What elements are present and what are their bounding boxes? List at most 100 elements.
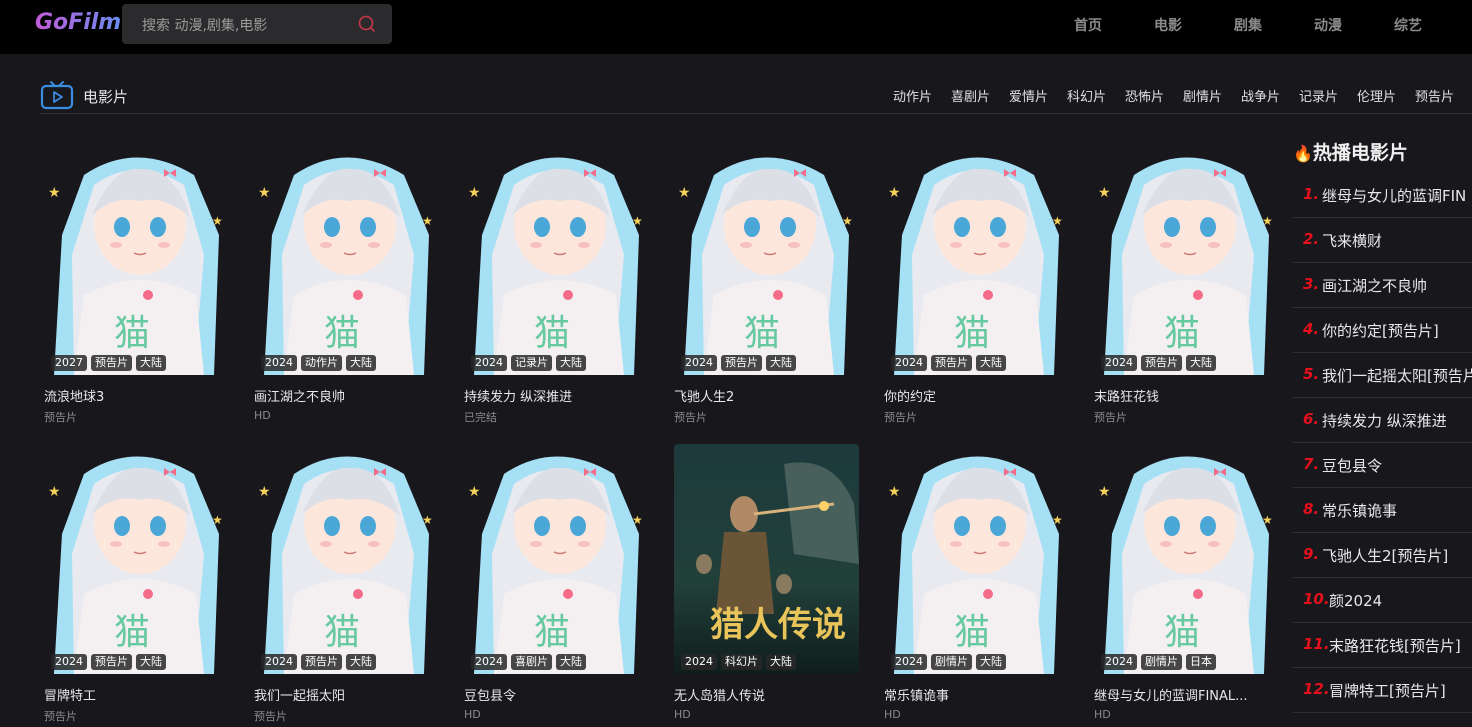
svg-text:★: ★ [1052,513,1063,527]
movie-title[interactable]: 飞驰人生2 [674,386,884,405]
movie-title[interactable]: 我们一起摇太阳 [254,685,464,704]
movie-title[interactable]: 流浪地球3 [44,386,254,405]
hot-item-title[interactable]: 你的约定[预告片] [1322,320,1439,341]
hot-item-title[interactable]: 豆包县令 [1322,455,1382,476]
movie-title[interactable]: 继母与女儿的蓝调FINAL... [1094,685,1304,704]
hot-item-title[interactable]: 飞驰人生2[预告片] [1322,545,1448,566]
rank-number: 6. [1303,410,1320,428]
movie-card[interactable]: 猫 ★ ★ 2024 预告片 大陆 冒牌特工 预告片 [44,444,229,723]
movie-card[interactable]: 猫 ★ ★ 2024 喜剧片 大陆 豆包县令 HD [464,444,649,721]
nav-link-anime[interactable]: 动漫 [1314,15,1342,35]
hot-list-item[interactable]: 1. 继母与女儿的蓝调FIN [1293,173,1472,218]
movie-poster[interactable]: 猫 ★ ★ 2024 喜剧片 大陆 [464,444,649,674]
hot-list-item[interactable]: 4. 你的约定[预告片] [1293,308,1472,353]
hot-list-item[interactable]: 9. 飞驰人生2[预告片] [1293,533,1472,578]
nav-link-series[interactable]: 剧集 [1234,15,1262,35]
category-link[interactable]: 喜剧片 [951,86,990,105]
movie-title[interactable]: 无人岛猎人传说 [674,685,884,704]
movie-poster[interactable]: 猫 ★ ★ 2024 预告片 大陆 [44,444,229,674]
hot-item-title[interactable]: 常乐镇诡事 [1322,500,1397,521]
rank-number: 2. [1303,230,1320,248]
category-link[interactable]: 恐怖片 [1125,86,1164,105]
category-link[interactable]: 伦理片 [1357,86,1396,105]
svg-text:★: ★ [468,484,481,500]
movie-status: HD [674,708,691,721]
movie-title[interactable]: 末路狂花钱 [1094,386,1304,405]
movie-title[interactable]: 豆包县令 [464,685,674,704]
section-title: 电影片 [83,88,129,106]
movie-card[interactable]: 猎人传说 2024 科幻片 大陆 无人岛猎人传说 HD [674,444,859,721]
movie-title[interactable]: 冒牌特工 [44,685,254,704]
movie-poster[interactable]: 猫 ★ ★ 2027 预告片 大陆 [44,145,229,375]
svg-text:猫: 猫 [954,612,990,653]
movie-poster[interactable]: 猫 ★ ★ 2024 预告片 大陆 [884,145,1069,375]
movie-card[interactable]: 猫 ★ ★ 2024 剧情片 大陆 常乐镇诡事 HD [884,444,1069,721]
movie-poster[interactable]: 猫 ★ ★ 2024 剧情片 大陆 [884,444,1069,674]
poster-tag: 大陆 [766,654,796,670]
category-link[interactable]: 预告片 [1415,86,1454,105]
movie-poster-image: 猎人传说 [674,444,859,674]
hot-list-item[interactable]: 3. 画江湖之不良帅 [1293,263,1472,308]
category-link[interactable]: 科幻片 [1067,86,1106,105]
movie-card[interactable]: 猫 ★ ★ 2024 预告片 大陆 我们一起摇太阳 预告片 [254,444,439,723]
poster-tags: 2024 预告片 大陆 [681,355,796,371]
nav-link-variety[interactable]: 综艺 [1394,15,1422,35]
hot-item-title[interactable]: 颜2024 [1329,590,1382,611]
movie-poster[interactable]: 猫 ★ ★ 2024 动作片 大陆 [254,145,439,375]
nav-link-movies[interactable]: 电影 [1154,15,1182,35]
svg-text:猫: 猫 [324,612,360,653]
poster-tag: 大陆 [346,355,376,371]
movie-title[interactable]: 持续发力 纵深推进 [464,386,674,405]
search-box[interactable]: 搜索 动漫,剧集,电影 [122,4,392,44]
hot-list-item[interactable]: 7. 豆包县令 [1293,443,1472,488]
movie-poster[interactable]: 猫 ★ ★ 2024 预告片 大陆 [254,444,439,674]
nav-link-home[interactable]: 首页 [1074,15,1102,35]
hot-list-item[interactable]: 2. 飞来横财 [1293,218,1472,263]
hot-list-item[interactable]: 12. 冒牌特工[预告片] [1293,668,1472,713]
search-icon[interactable] [358,15,376,33]
hot-list-item[interactable]: 5. 我们一起摇太阳[预告片 [1293,353,1472,398]
poster-tag: 大陆 [136,654,166,670]
movie-card[interactable]: 猫 ★ ★ 2027 预告片 大陆 流浪地球3 预告片 [44,145,229,424]
movie-title[interactable]: 你的约定 [884,386,1094,405]
hot-item-title[interactable]: 持续发力 纵深推进 [1322,410,1447,431]
svg-text:★: ★ [1052,214,1063,228]
site-logo[interactable]: GoFilm [35,10,121,35]
poster-tag: 预告片 [301,654,342,670]
hot-item-title[interactable]: 继母与女儿的蓝调FIN [1322,185,1466,206]
movie-card[interactable]: 猫 ★ ★ 2024 预告片 大陆 你的约定 预告片 [884,145,1069,424]
hot-item-title[interactable]: 末路狂花钱[预告片] [1329,635,1461,656]
hot-list-item[interactable]: 8. 常乐镇诡事 [1293,488,1472,533]
search-input[interactable]: 搜索 动漫,剧集,电影 [142,15,267,35]
hot-list-item[interactable]: 11. 末路狂花钱[预告片] [1293,623,1472,668]
anime-girl-illustration: 猫 ★ ★ [258,157,433,375]
movie-card[interactable]: 猫 ★ ★ 2024 预告片 大陆 末路狂花钱 预告片 [1094,145,1279,424]
movie-poster[interactable]: 猫 ★ ★ 2024 预告片 大陆 [674,145,859,375]
movie-card[interactable]: 猫 ★ ★ 2024 动作片 大陆 画江湖之不良帅 HD [254,145,439,422]
movie-poster[interactable]: 猎人传说 2024 科幻片 大陆 [674,444,859,674]
category-link[interactable]: 动作片 [893,86,932,105]
hot-item-title[interactable]: 画江湖之不良帅 [1322,275,1427,296]
category-link[interactable]: 战争片 [1241,86,1280,105]
movie-poster[interactable]: 猫 ★ ★ 2024 剧情片 日本 [1094,444,1279,674]
movie-title[interactable]: 常乐镇诡事 [884,685,1094,704]
poster-tag: 预告片 [91,654,132,670]
movie-card[interactable]: 猫 ★ ★ 2024 剧情片 日本 继母与女儿的蓝调FINAL... HD [1094,444,1279,721]
hot-list-title: 🔥热播电影片 [1293,142,1408,164]
movie-poster[interactable]: 猫 ★ ★ 2024 预告片 大陆 [1094,145,1279,375]
movie-card[interactable]: 猫 ★ ★ 2024 记录片 大陆 持续发力 纵深推进 已完结 [464,145,649,424]
movie-status: 预告片 [44,710,77,723]
movie-card[interactable]: 猫 ★ ★ 2024 预告片 大陆 飞驰人生2 预告片 [674,145,859,424]
category-link[interactable]: 剧情片 [1183,86,1222,105]
category-link[interactable]: 爱情片 [1009,86,1048,105]
hot-list-item[interactable]: 10. 颜2024 [1293,578,1472,623]
movie-title[interactable]: 画江湖之不良帅 [254,386,464,405]
movie-poster[interactable]: 猫 ★ ★ 2024 记录片 大陆 [464,145,649,375]
hot-item-title[interactable]: 冒牌特工[预告片] [1329,680,1446,701]
anime-girl-illustration: 猫 ★ ★ [888,157,1063,375]
hot-item-title[interactable]: 飞来横财 [1322,230,1382,251]
category-link[interactable]: 记录片 [1299,86,1338,105]
hot-item-title[interactable]: 我们一起摇太阳[预告片 [1322,365,1472,386]
rank-number: 12. [1303,680,1330,698]
hot-list-item[interactable]: 6. 持续发力 纵深推进 [1293,398,1472,443]
